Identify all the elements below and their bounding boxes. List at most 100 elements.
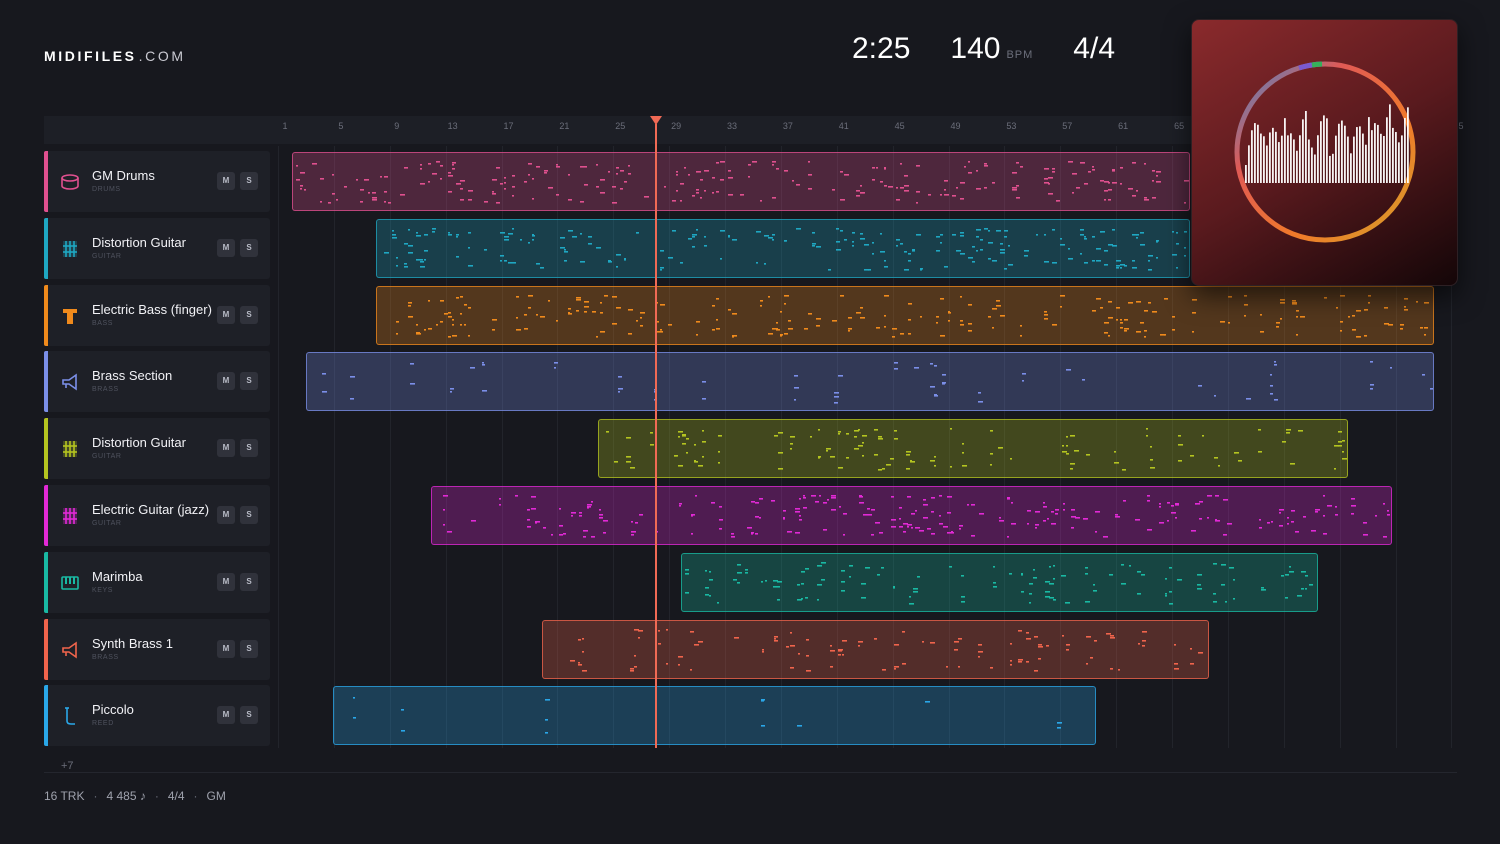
track-category: GUITAR — [92, 453, 122, 460]
grid-line — [333, 146, 335, 748]
ruler-bar-label: 41 — [838, 121, 849, 131]
note-pattern — [384, 228, 1187, 271]
brand-suffix: .COM — [138, 48, 186, 64]
track-name: Marimba — [92, 569, 143, 584]
ruler-bar-label: 49 — [950, 121, 961, 131]
note-pattern — [570, 629, 1203, 672]
midi-region[interactable] — [376, 286, 1434, 345]
midi-region[interactable] — [681, 553, 1318, 612]
solo-button[interactable]: S — [240, 573, 258, 591]
track-name: GM Drums — [92, 168, 155, 183]
note-pattern — [396, 295, 1429, 338]
bass-icon — [60, 306, 80, 326]
midi-region[interactable] — [306, 352, 1434, 411]
ruler-bar-label: 13 — [447, 121, 458, 131]
guitar-fretboard-icon — [60, 506, 80, 526]
playhead-handle[interactable] — [650, 116, 662, 125]
solo-button[interactable]: S — [240, 239, 258, 257]
footer-divider — [44, 772, 1457, 773]
ruler-bar-label: 21 — [559, 121, 570, 131]
track-name: Electric Bass (finger) — [92, 302, 212, 317]
mute-button[interactable]: M — [217, 439, 235, 457]
ruler-bar-label: 17 — [503, 121, 514, 131]
track-header[interactable]: Piccolo REED M S — [44, 685, 270, 746]
track-color-stripe — [44, 151, 48, 212]
transport-readout: 2:25 140 BPM 4/4 — [852, 32, 1115, 72]
footer-time-signature: 4/4 — [167, 789, 185, 803]
track-category: BRASS — [92, 386, 119, 393]
solo-button[interactable]: S — [240, 506, 258, 524]
track-category: DRUMS — [92, 186, 121, 193]
solo-button[interactable]: S — [240, 439, 258, 457]
track-color-stripe — [44, 485, 48, 546]
track-category: KEYS — [92, 587, 114, 594]
midi-standard: GM — [206, 789, 226, 803]
solo-button[interactable]: S — [240, 306, 258, 324]
ruler-bar-label: 1 — [282, 121, 288, 131]
track-header[interactable]: Electric Bass (finger) BASS M S — [44, 285, 270, 346]
track-color-stripe — [44, 285, 48, 346]
mute-button[interactable]: M — [217, 172, 235, 190]
track-color-stripe — [44, 685, 48, 746]
ruler-bar-label: 37 — [782, 121, 793, 131]
mute-button[interactable]: M — [217, 239, 235, 257]
ruler-bar-label: 33 — [727, 121, 738, 131]
ruler-bar-label: 9 — [394, 121, 400, 131]
guitar-fretboard-icon — [60, 439, 80, 459]
horn-icon — [60, 640, 80, 660]
more-tracks-indicator[interactable]: +7 — [61, 760, 74, 772]
track-header[interactable]: Synth Brass 1 BRASS M S — [44, 619, 270, 680]
album-artwork — [1191, 19, 1458, 286]
mute-button[interactable]: M — [217, 706, 235, 724]
mute-button[interactable]: M — [217, 372, 235, 390]
playhead[interactable] — [655, 124, 657, 748]
track-name: Synth Brass 1 — [92, 636, 173, 651]
track-color-stripe — [44, 619, 48, 680]
track-name: Piccolo — [92, 702, 134, 717]
track-header[interactable]: Electric Guitar (jazz) GUITAR M S — [44, 485, 270, 546]
mute-button[interactable]: M — [217, 306, 235, 324]
solo-button[interactable]: S — [240, 172, 258, 190]
mute-button[interactable]: M — [217, 573, 235, 591]
midi-region[interactable] — [598, 419, 1348, 478]
note-pattern — [296, 161, 1189, 204]
drum-icon — [60, 172, 80, 192]
note-pattern — [443, 495, 1390, 538]
note-count: 4 485 ♪ — [106, 789, 146, 803]
midi-region[interactable] — [333, 686, 1096, 745]
track-header[interactable]: Brass Section BRASS M S — [44, 351, 270, 412]
ruler-bar-label: 57 — [1062, 121, 1073, 131]
brand-name: MIDIFILES — [44, 48, 137, 64]
track-category: GUITAR — [92, 253, 122, 260]
note-pattern — [322, 361, 1433, 404]
tempo-unit: BPM — [1006, 49, 1034, 61]
ruler-bar-label: 61 — [1118, 121, 1129, 131]
ruler-bar-label: 29 — [671, 121, 682, 131]
track-category: BASS — [92, 320, 114, 327]
footer-stats: 16 TRK · 4 485 ♪ · 4/4 · GM — [44, 789, 226, 803]
midi-region[interactable] — [292, 152, 1190, 211]
solo-button[interactable]: S — [240, 706, 258, 724]
track-category: BRASS — [92, 654, 119, 661]
midi-region[interactable] — [431, 486, 1392, 545]
solo-button[interactable]: S — [240, 640, 258, 658]
solo-button[interactable]: S — [240, 372, 258, 390]
reed-icon — [60, 706, 80, 726]
mute-button[interactable]: M — [217, 506, 235, 524]
track-color-stripe — [44, 418, 48, 479]
track-color-stripe — [44, 552, 48, 613]
ruler-bar-label: 45 — [894, 121, 905, 131]
track-header[interactable]: Marimba KEYS M S — [44, 552, 270, 613]
track-category: GUITAR — [92, 520, 122, 527]
track-color-stripe — [44, 218, 48, 279]
mute-button[interactable]: M — [217, 640, 235, 658]
track-header[interactable]: Distortion Guitar GUITAR M S — [44, 418, 270, 479]
song-time: 2:25 — [852, 32, 911, 65]
midi-region[interactable] — [542, 620, 1209, 679]
track-header[interactable]: GM Drums DRUMS M S — [44, 151, 270, 212]
grid-line — [278, 146, 279, 748]
track-header[interactable]: Distortion Guitar GUITAR M S — [44, 218, 270, 279]
track-name: Distortion Guitar — [92, 435, 186, 450]
keys-icon — [60, 573, 80, 593]
midi-region[interactable] — [376, 219, 1190, 278]
